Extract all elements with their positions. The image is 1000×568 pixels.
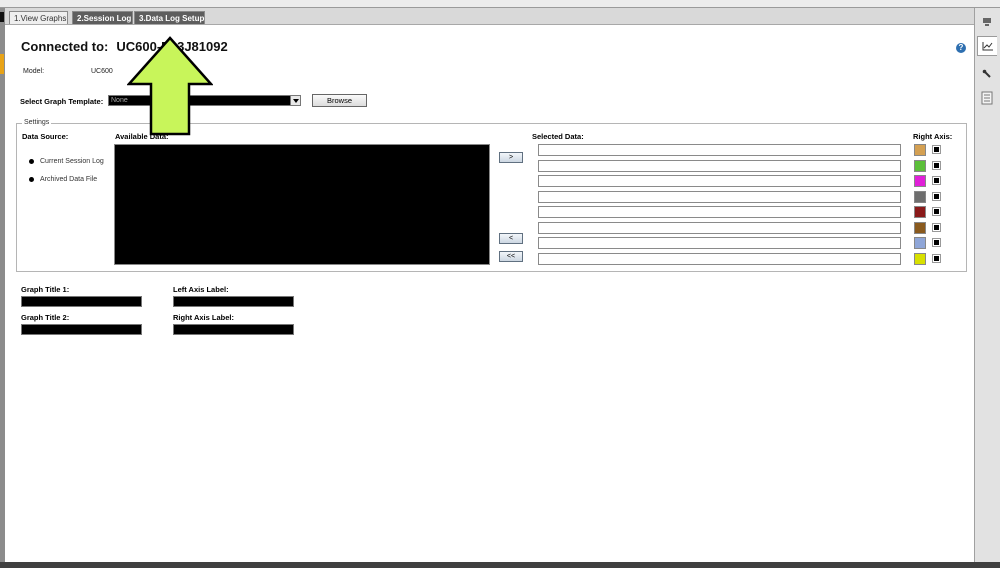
remove-selected-button[interactable]: < (499, 233, 523, 244)
data-source-label: Data Source: (22, 132, 69, 141)
settings-group: Settings Data Source: Available Data: Se… (16, 119, 967, 272)
right-axis-checkbox[interactable] (932, 161, 941, 170)
left-edge-highlight (0, 54, 4, 74)
main-panel: Connected to:UC600-E13J81092 ? Model: UC… (5, 25, 974, 562)
selected-data-field[interactable] (538, 175, 901, 187)
graph-template-value: None (111, 97, 128, 104)
right-axis-checkbox[interactable] (932, 223, 941, 232)
wrench-icon[interactable] (977, 64, 997, 84)
radio-current-session-log[interactable]: Current Session Log (29, 158, 104, 165)
graph-title-2-label: Graph Title 2: (21, 313, 70, 322)
right-axis-checkbox[interactable] (932, 192, 941, 201)
line-graph-icon[interactable] (977, 36, 997, 56)
window-top-border (0, 0, 1000, 8)
selected-data-field[interactable] (538, 160, 901, 172)
tab-strip: 1.View Graphs 2.Session Log 3.Data Log S… (5, 8, 974, 25)
right-axis-checkbox[interactable] (932, 207, 941, 216)
radio-dot-icon (29, 159, 34, 164)
selected-data-label: Selected Data: (532, 132, 584, 141)
right-axis-checkbox[interactable] (932, 254, 941, 263)
series-color-swatch[interactable] (914, 144, 926, 156)
remove-all-button[interactable]: << (499, 251, 523, 262)
left-edge-marker (0, 12, 4, 22)
right-axis-label: Right Axis: (913, 132, 953, 141)
selected-data-field[interactable] (538, 144, 901, 156)
radio-label: Current Session Log (40, 158, 104, 165)
right-tool-rail (974, 8, 1000, 562)
radio-archived-data-file[interactable]: Archived Data File (29, 176, 97, 183)
model-value: UC600 (91, 68, 113, 75)
graph-template-label: Select Graph Template: (20, 97, 104, 106)
series-color-swatch[interactable] (914, 253, 926, 265)
chevron-down-icon[interactable] (290, 96, 300, 105)
right-axis-checkbox[interactable] (932, 145, 941, 154)
selected-data-field[interactable] (538, 222, 901, 234)
series-color-swatch[interactable] (914, 222, 926, 234)
arrow-up-icon (127, 36, 213, 136)
browse-button[interactable]: Browse (312, 94, 367, 107)
series-color-swatch[interactable] (914, 191, 926, 203)
tab-session-log[interactable]: 2.Session Log (72, 11, 133, 24)
left-axis-label-label: Left Axis Label: (173, 285, 229, 294)
series-color-swatch[interactable] (914, 237, 926, 249)
series-color-swatch[interactable] (914, 175, 926, 187)
graph-title-1-label: Graph Title 1: (21, 285, 70, 294)
selected-data-field[interactable] (538, 253, 901, 265)
tab-view-graphs[interactable]: 1.View Graphs (9, 11, 68, 24)
model-label: Model: (23, 68, 45, 75)
right-axis-checkbox[interactable] (932, 238, 941, 247)
graph-title-2-input[interactable] (21, 324, 142, 335)
available-data-list[interactable] (114, 144, 490, 265)
connected-label: Connected to: (21, 39, 109, 54)
series-color-swatch[interactable] (914, 206, 926, 218)
help-icon[interactable]: ? (956, 43, 966, 53)
add-selected-button[interactable]: > (499, 152, 523, 163)
bottom-status-bar (0, 562, 1000, 568)
series-color-swatch[interactable] (914, 160, 926, 172)
selected-data-field[interactable] (538, 191, 901, 203)
right-axis-label-label: Right Axis Label: (173, 313, 234, 322)
tab-data-log-setup[interactable]: 3.Data Log Setup (134, 11, 205, 24)
document-list-icon[interactable] (977, 88, 997, 108)
selected-data-field[interactable] (538, 206, 901, 218)
radio-label: Archived Data File (40, 176, 98, 183)
right-axis-checkbox[interactable] (932, 176, 941, 185)
graph-title-1-input[interactable] (21, 296, 142, 307)
left-axis-label-input[interactable] (173, 296, 294, 307)
selected-data-field[interactable] (538, 237, 901, 249)
right-axis-label-input[interactable] (173, 324, 294, 335)
tray-icon[interactable] (977, 12, 997, 32)
radio-dot-icon (29, 177, 34, 182)
settings-legend: Settings (22, 119, 52, 126)
